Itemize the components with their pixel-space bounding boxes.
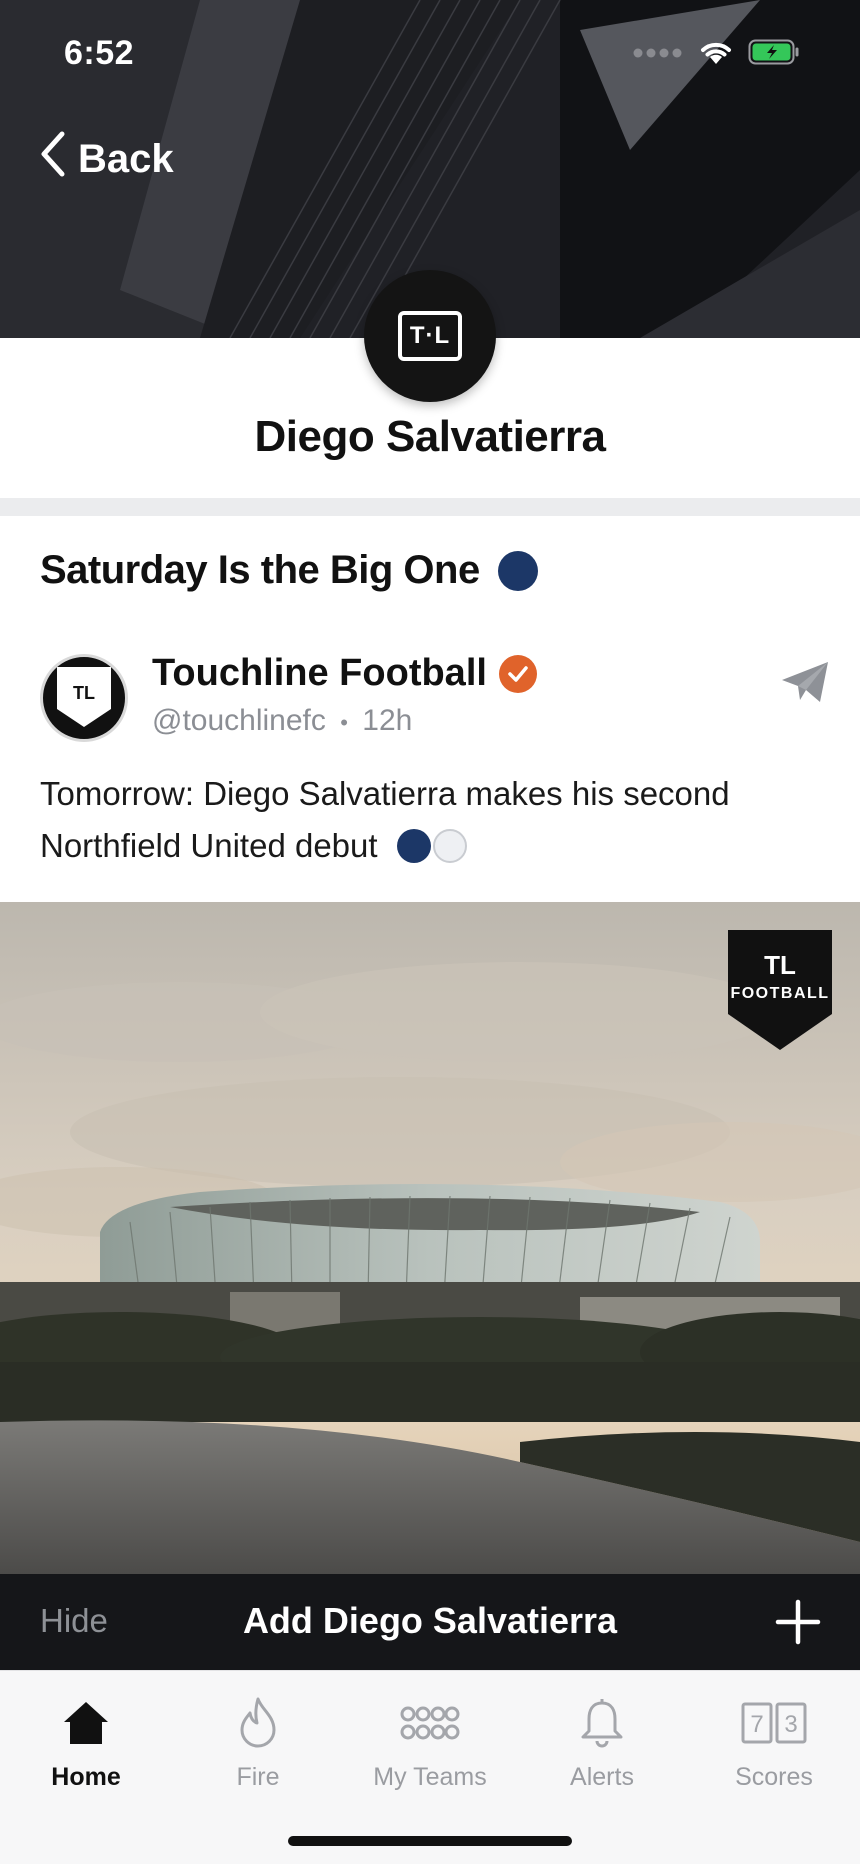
teams-grid-icon: [344, 1691, 516, 1755]
back-button[interactable]: Back: [38, 130, 174, 188]
tab-scores-label: Scores: [735, 1763, 813, 1791]
post-image[interactable]: TL FOOTBALL: [0, 902, 860, 1574]
tab-bar: Home Fire My Teams Alerts 7 3 Scores: [0, 1670, 860, 1864]
team-color-dot: [497, 550, 538, 591]
tab-my-teams-label: My Teams: [373, 1763, 487, 1791]
tab-home[interactable]: Home: [0, 1691, 172, 1801]
author-handle: @touchlinefc: [152, 704, 326, 737]
author-name-text: Touchline Football: [152, 652, 487, 694]
hide-button[interactable]: Hide: [40, 1602, 108, 1640]
back-label: Back: [78, 136, 174, 181]
section-divider: [0, 498, 860, 516]
tab-fire[interactable]: Fire: [172, 1691, 344, 1801]
tab-home-label: Home: [51, 1763, 121, 1791]
tab-alerts[interactable]: Alerts: [516, 1691, 688, 1801]
tab-scores[interactable]: 7 3 Scores: [688, 1691, 860, 1801]
verified-badge-icon: [498, 654, 537, 693]
team-navy-dot: [396, 829, 431, 863]
status-icons: [632, 38, 800, 71]
post-heading-text: Saturday Is the Big One: [40, 548, 480, 592]
share-icon[interactable]: [780, 660, 830, 709]
battery-icon: [748, 39, 800, 70]
fire-icon: [172, 1691, 344, 1755]
add-player-label[interactable]: Add Diego Salvatierra: [0, 1600, 860, 1642]
team-white-dot: [432, 829, 467, 863]
status-bar: 6:52: [0, 0, 860, 110]
tl-football-watermark: TL FOOTBALL: [728, 930, 832, 1052]
tab-my-teams[interactable]: My Teams: [344, 1691, 516, 1801]
post-text: Tomorrow: Diego Salvatierra makes his se…: [40, 768, 830, 872]
status-time: 6:52: [64, 34, 135, 72]
home-indicator[interactable]: [288, 1836, 572, 1846]
chevron-left-icon: [38, 130, 66, 188]
svg-text:FOOTBALL: FOOTBALL: [730, 985, 829, 1002]
tab-alerts-label: Alerts: [570, 1763, 634, 1791]
signal-icon: [632, 46, 684, 64]
add-plus-icon[interactable]: [774, 1598, 822, 1651]
svg-text:TL: TL: [764, 950, 796, 980]
meta-separator: •: [340, 710, 348, 735]
add-follow-bar: Hide Add Diego Salvatierra: [0, 1574, 860, 1670]
tab-fire-label: Fire: [236, 1763, 280, 1791]
author-logo-text: TL: [73, 683, 95, 703]
svg-text:7: 7: [750, 1711, 763, 1738]
wifi-icon: [698, 38, 734, 71]
post-heading: Saturday Is the Big One: [40, 548, 538, 593]
author-name[interactable]: Touchline Football: [152, 652, 537, 695]
touchline-shield-icon: TL: [57, 667, 111, 727]
home-icon: [0, 1691, 172, 1755]
profile-logo: T·L: [398, 311, 462, 361]
bell-icon: [516, 1691, 688, 1755]
svg-text:3: 3: [784, 1711, 797, 1738]
post-text-body: Tomorrow: Diego Salvatierra makes his se…: [40, 775, 730, 864]
post-time: 12h: [362, 704, 413, 737]
author-meta: @touchlinefc • 12h: [152, 704, 412, 738]
scores-icon: 7 3: [688, 1691, 860, 1755]
profile-avatar: T·L: [364, 270, 496, 402]
page-title: Diego Salvatierra: [254, 412, 607, 461]
author-avatar[interactable]: TL: [40, 654, 128, 742]
post-author[interactable]: TL Touchline Football @touchlinefc • 12h: [40, 652, 830, 742]
